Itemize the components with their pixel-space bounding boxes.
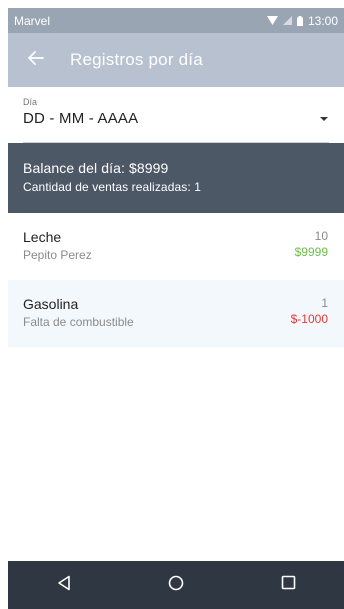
recents-square-icon bbox=[281, 575, 296, 595]
status-bar: Marvel 13:00 bbox=[8, 8, 344, 33]
sale-quantity: 1 bbox=[321, 296, 328, 310]
wifi-icon bbox=[266, 16, 278, 25]
back-button[interactable] bbox=[24, 48, 48, 72]
date-value: DD - MM - AAAA bbox=[23, 110, 139, 127]
date-field-label: Día bbox=[23, 97, 38, 107]
nav-recents-button[interactable] bbox=[268, 565, 308, 605]
sale-name: Leche bbox=[23, 229, 62, 245]
sale-figures: 1 $-1000 bbox=[291, 296, 328, 326]
system-nav-bar bbox=[8, 561, 344, 609]
app-bar: Registros por día bbox=[8, 33, 344, 87]
dropdown-arrow-icon[interactable] bbox=[320, 116, 328, 121]
signal-icon bbox=[282, 16, 292, 25]
sale-figures: 10 $9999 bbox=[295, 229, 328, 259]
sale-name: Gasolina bbox=[23, 296, 79, 312]
status-icons: 13:00 bbox=[266, 13, 338, 28]
sale-amount: $9999 bbox=[294, 245, 328, 259]
sale-row[interactable]: Gasolina Falta de combustible 1 $-1000 bbox=[8, 280, 344, 347]
nav-home-button[interactable] bbox=[156, 565, 196, 605]
page-title: Registros por día bbox=[70, 50, 203, 69]
sale-info: Leche Pepito Perez bbox=[23, 229, 92, 262]
sales-list: Leche Pepito Perez 10 $9999 Gasolina Fal… bbox=[8, 213, 344, 347]
sale-row[interactable]: Leche Pepito Perez 10 $9999 bbox=[8, 213, 344, 280]
balance-panel: Balance del día: $8999 Cantidad de venta… bbox=[8, 143, 344, 213]
nav-back-button[interactable] bbox=[44, 565, 84, 605]
carrier-label: Marvel bbox=[14, 13, 51, 28]
daily-balance: Balance del día: $8999 bbox=[23, 160, 169, 176]
date-row: DD - MM - AAAA bbox=[23, 110, 328, 127]
arrow-left-icon bbox=[28, 50, 44, 70]
sale-quantity: 10 bbox=[314, 229, 328, 243]
sale-info: Gasolina Falta de combustible bbox=[23, 296, 134, 329]
sales-count: Cantidad de ventas realizadas: 1 bbox=[23, 180, 201, 194]
date-underline bbox=[23, 142, 329, 143]
clock-time: 13:00 bbox=[307, 13, 338, 28]
back-triangle-icon bbox=[57, 575, 71, 596]
sale-amount: $-1000 bbox=[290, 312, 328, 326]
sale-description: Falta de combustible bbox=[23, 315, 134, 329]
phone-screen: Marvel 13:00 Registros por día Día DD - … bbox=[8, 8, 344, 609]
home-circle-icon bbox=[168, 575, 184, 596]
sale-description: Pepito Perez bbox=[23, 248, 92, 262]
date-select[interactable]: Día DD - MM - AAAA bbox=[8, 87, 344, 143]
battery-icon bbox=[296, 15, 303, 26]
